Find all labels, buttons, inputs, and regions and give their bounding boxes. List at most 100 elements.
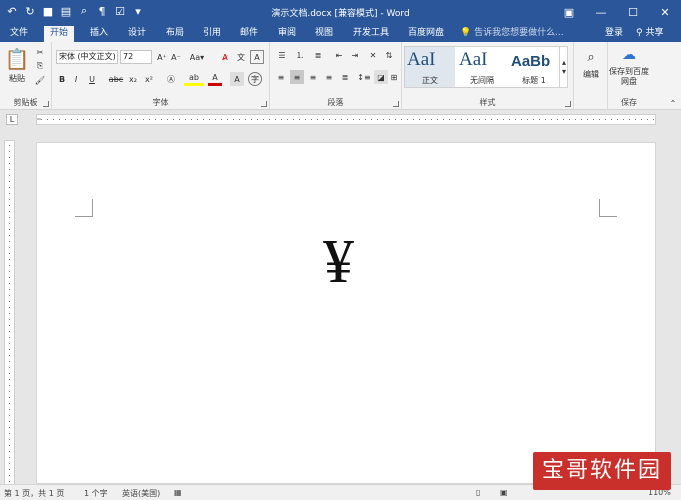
page-count[interactable]: 第 1 页，共 1 页 — [4, 488, 64, 499]
font-size-combo[interactable]: 72 — [120, 50, 152, 64]
enclose-char-icon[interactable]: A — [250, 50, 264, 64]
styles-scroll-icon[interactable]: ▴ ▾ — [559, 47, 568, 87]
tab-mailings[interactable]: 邮件 — [234, 26, 264, 42]
shading-icon[interactable]: ◪ — [374, 70, 388, 84]
highlight-color-icon[interactable]: ab — [184, 72, 204, 86]
ruler-tick — [443, 119, 444, 120]
tab-selector-icon[interactable]: L — [6, 114, 18, 125]
ruler-tick — [9, 469, 10, 470]
ruler-tick — [599, 119, 600, 120]
borders-icon[interactable]: ⊞ — [388, 70, 400, 84]
tab-developer[interactable]: 开发工具 — [347, 26, 395, 42]
style-no-spacing[interactable]: AaI 无间隔 — [457, 47, 507, 87]
font-color-icon[interactable]: A — [208, 72, 222, 86]
clipboard-launcher-icon[interactable] — [43, 101, 49, 107]
sort-icon[interactable]: ⇅ — [382, 48, 396, 62]
paste-icon[interactable]: 📋 — [5, 46, 30, 72]
strikethrough-button[interactable]: abc — [108, 72, 124, 86]
enclose-circle-icon[interactable]: 字 — [248, 72, 262, 86]
clear-format-icon[interactable]: A̷ — [218, 50, 232, 64]
phonetic-guide-icon[interactable]: 文 — [234, 50, 248, 64]
underline-button[interactable]: U — [84, 72, 100, 86]
editing-button[interactable]: 编辑 — [576, 68, 606, 80]
ruler-tick — [9, 247, 10, 248]
find-replace-icon[interactable]: ⌕ — [582, 48, 600, 66]
ruler-tick — [9, 355, 10, 356]
align-left-icon[interactable]: ≡ — [274, 70, 288, 84]
print-layout-icon[interactable]: ▣ — [500, 488, 508, 497]
ruler-tick — [347, 119, 348, 120]
multilevel-list-icon[interactable]: ≣ — [310, 48, 326, 62]
chinese-layout-icon[interactable]: ✕ — [366, 48, 380, 62]
collapse-ribbon-icon[interactable]: ⌃ — [668, 98, 678, 108]
decrease-indent-icon[interactable]: ⇤ — [332, 48, 346, 62]
ruler-tick — [509, 119, 510, 120]
language-indicator[interactable]: 英语(美国) — [122, 488, 160, 499]
superscript-button[interactable]: x² — [142, 72, 156, 86]
ruler-tick — [155, 119, 156, 120]
numbering-icon[interactable]: ⒈ — [292, 48, 308, 62]
italic-button[interactable]: I — [70, 72, 82, 86]
shrink-font-icon[interactable]: A⁻ — [170, 50, 182, 64]
ruler-tick — [101, 119, 102, 120]
vertical-ruler[interactable] — [4, 140, 15, 490]
ruler-tick — [131, 119, 132, 120]
font-launcher-icon[interactable] — [261, 101, 267, 107]
tab-layout[interactable]: 布局 — [160, 26, 190, 42]
read-mode-icon[interactable]: ▯ — [476, 488, 480, 497]
ruler-tick — [9, 325, 10, 326]
ruler-tick — [47, 119, 48, 120]
tab-references[interactable]: 引用 — [197, 26, 227, 42]
word-count[interactable]: 1 个字 — [84, 488, 108, 499]
macro-record-icon[interactable]: ▦ — [174, 488, 182, 497]
horizontal-ruler[interactable] — [36, 114, 656, 125]
baidu-cloud-icon[interactable]: ☁ — [618, 46, 640, 64]
grow-font-icon[interactable]: A⁺ — [156, 50, 168, 64]
document-text[interactable]: ¥ — [323, 231, 354, 293]
style-normal[interactable]: AaI 正文 — [405, 47, 455, 87]
bullets-icon[interactable]: ☰ — [274, 48, 290, 62]
tab-review[interactable]: 审阅 — [272, 26, 302, 42]
paste-label[interactable]: 粘贴 — [4, 72, 30, 84]
tell-me-box[interactable]: 💡 告诉我您想要做什么... — [460, 26, 564, 42]
ribbon-display-icon[interactable]: ▣ — [553, 0, 585, 24]
align-center-icon[interactable]: ≡ — [290, 70, 304, 84]
login-link[interactable]: 登录 — [605, 26, 623, 41]
tab-view[interactable]: 视图 — [309, 26, 339, 42]
ruler-tick — [9, 319, 10, 320]
vertical-scrollbar[interactable] — [669, 128, 681, 484]
tab-baidu-netdisk[interactable]: 百度网盘 — [402, 26, 450, 42]
save-to-baidu-button[interactable]: 保存到百度网盘 — [608, 66, 650, 88]
close-button[interactable]: ✕ — [649, 0, 681, 24]
change-case-icon[interactable]: Aa▾ — [188, 50, 206, 64]
style-heading1[interactable]: AaBb 标题 1 — [509, 47, 559, 87]
ruler-tick — [9, 379, 10, 380]
ruler-tick — [9, 187, 10, 188]
tab-insert[interactable]: 插入 — [84, 26, 114, 42]
minimize-button[interactable]: — — [585, 0, 617, 24]
copy-icon[interactable]: ⎘ — [34, 60, 46, 72]
char-shading-icon[interactable]: A — [230, 72, 244, 86]
tab-file[interactable]: 文件 — [4, 26, 34, 42]
share-button[interactable]: ⚲ 共享 — [636, 26, 663, 41]
font-name-combo[interactable]: 宋体 (中文正文) — [56, 50, 118, 64]
distribute-icon[interactable]: ≣ — [338, 70, 352, 84]
tab-design[interactable]: 设计 — [122, 26, 152, 42]
increase-indent-icon[interactable]: ⇥ — [348, 48, 362, 62]
cut-icon[interactable]: ✂ — [34, 46, 46, 58]
document-page[interactable]: ¥ — [36, 142, 656, 484]
justify-icon[interactable]: ≡ — [322, 70, 336, 84]
maximize-button[interactable]: ☐ — [617, 0, 649, 24]
ruler-tick — [9, 193, 10, 194]
ruler-tick — [251, 119, 252, 120]
tab-home[interactable]: 开始 — [44, 26, 75, 42]
format-painter-icon[interactable]: 🖌 — [34, 74, 46, 86]
paragraph-launcher-icon[interactable] — [393, 101, 399, 107]
styles-launcher-icon[interactable] — [565, 101, 571, 107]
align-right-icon[interactable]: ≡ — [306, 70, 320, 84]
subscript-button[interactable]: x₂ — [126, 72, 140, 86]
bold-button[interactable]: B — [56, 72, 68, 86]
line-spacing-icon[interactable]: ↕≡ — [356, 70, 372, 84]
ruler-tick — [521, 119, 522, 120]
text-effects-icon[interactable]: Ⓐ — [164, 72, 178, 86]
